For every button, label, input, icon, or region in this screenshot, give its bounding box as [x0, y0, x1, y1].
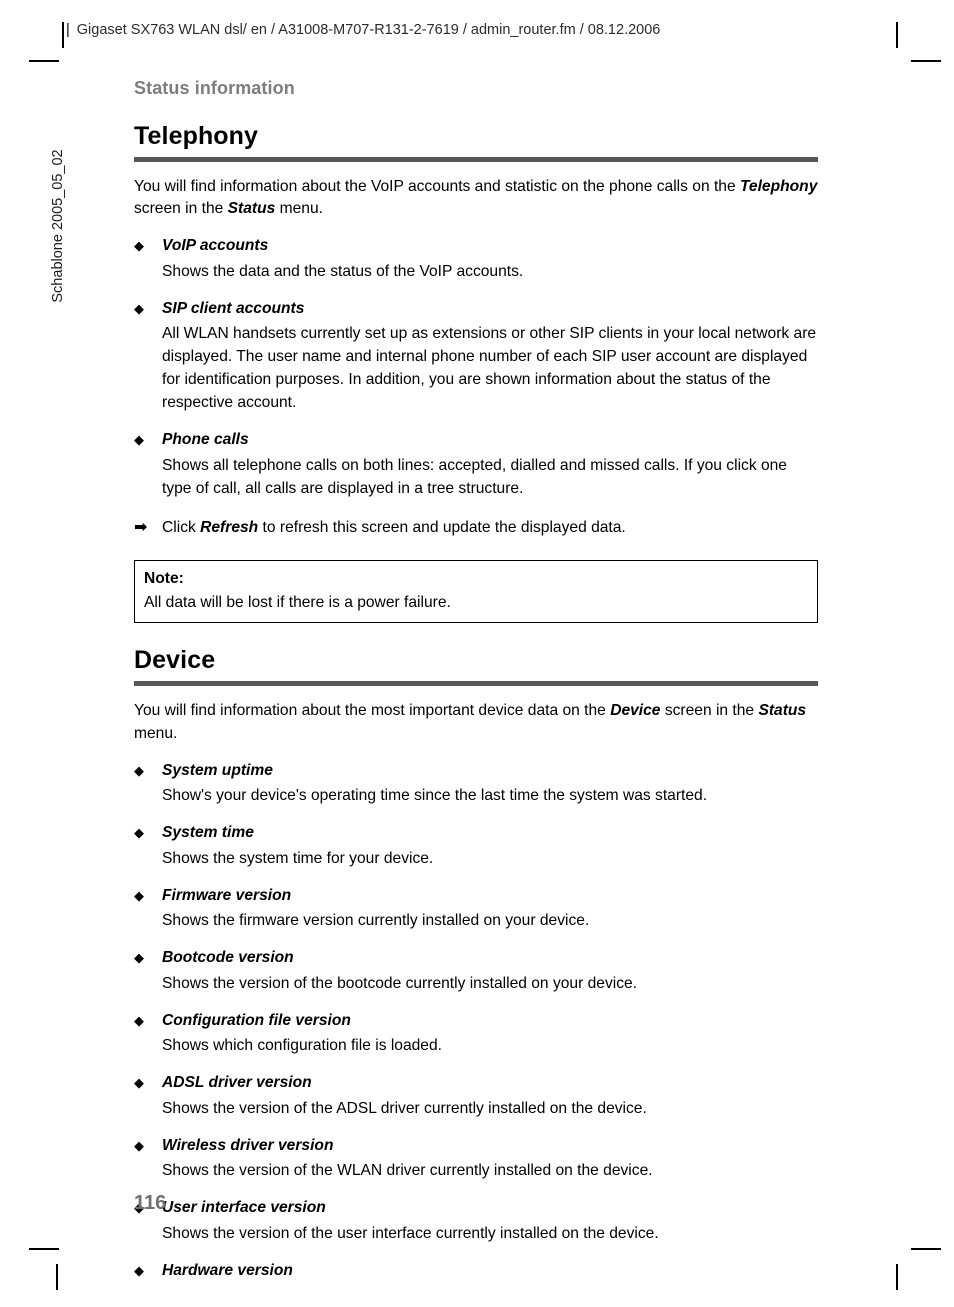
- emphasised-term: Device: [610, 701, 661, 719]
- bullet-description: Shows the data and the status of the VoI…: [162, 262, 524, 280]
- bullet-term-row: ◆ SIP client accounts: [134, 298, 818, 321]
- bullet-diamond-icon: ◆: [134, 887, 144, 903]
- bullet-term-row: ◆ Bootcode version: [134, 947, 818, 970]
- crop-mark-bottom-left-vertical: [56, 1264, 58, 1290]
- bullet-term: Hardware version: [162, 1261, 293, 1279]
- bullet-description: Shows the firmware version currently ins…: [162, 912, 590, 930]
- emphasised-term: Status: [227, 200, 276, 218]
- emphasised-term: Refresh: [200, 518, 259, 536]
- bullet-description: Shows the version of the WLAN driver cur…: [162, 1162, 653, 1180]
- running-header-separator: |: [66, 22, 70, 38]
- crop-mark-bottom-right-horizontal: [911, 1248, 941, 1250]
- text-run: menu.: [275, 200, 323, 218]
- bullet-diamond-icon: ◆: [134, 825, 144, 841]
- bullet-description: Shows the system time for your device.: [162, 849, 434, 867]
- template-version-label: Schablone 2005_05_02: [50, 149, 66, 303]
- bullet-description: Shows all telephone calls on both lines:…: [162, 456, 787, 497]
- section-rule-telephony: [134, 156, 818, 162]
- bullet-term-row: ◆ VoIP accounts: [134, 235, 818, 258]
- bullet-term: Wireless driver version: [162, 1136, 334, 1154]
- bullet-diamond-icon: ◆: [134, 762, 144, 778]
- crop-mark-top-right-horizontal: [911, 60, 941, 62]
- bullet-term-row: ◆ Firmware version: [134, 885, 818, 908]
- arrow-right-icon: ➡: [134, 518, 148, 536]
- bullet-term: Firmware version: [162, 886, 292, 904]
- step-refresh-text: Click Refresh to refresh this screen and…: [162, 517, 626, 540]
- note-box: Note: All data will be lost if there is …: [134, 559, 818, 624]
- step-refresh: ➡ Click Refresh to refresh this screen a…: [134, 517, 818, 540]
- bullet-term: Phone calls: [162, 431, 249, 449]
- content-column: Status information Telephony You will fi…: [134, 0, 818, 1282]
- bullet-term: Bootcode version: [162, 949, 294, 967]
- bullet-term: System time: [162, 824, 254, 842]
- crop-mark-bottom-right-vertical: [896, 1264, 898, 1290]
- crop-mark-bottom-left-horizontal: [29, 1248, 59, 1250]
- bullet-term: User interface version: [162, 1199, 326, 1217]
- bullet-description: All WLAN handsets currently set up as ex…: [162, 325, 817, 412]
- bullet-description: Shows which configuration file is loaded…: [162, 1037, 442, 1055]
- bullet-term-row: ◆ ADSL driver version: [134, 1072, 818, 1095]
- text-run: to refresh this screen and update the di…: [258, 518, 626, 536]
- text-run: Click: [162, 518, 201, 536]
- bullet-diamond-icon: ◆: [134, 1262, 144, 1278]
- section-intro-telephony: You will find information about the VoIP…: [134, 176, 818, 222]
- bullet-term: VoIP accounts: [162, 237, 269, 255]
- bullet-diamond-icon: ◆: [134, 1137, 144, 1153]
- bullet-description: Show's your device's operating time sinc…: [162, 787, 708, 805]
- bullet-term: System uptime: [162, 761, 273, 779]
- text-run: screen in the: [134, 200, 228, 218]
- bullet-diamond-icon: ◆: [134, 238, 144, 254]
- crop-mark-top-left-vertical: [62, 22, 64, 48]
- chapter-label: Status information: [134, 78, 295, 98]
- text-run: You will find information about the most…: [134, 701, 611, 719]
- bullet-list-telephony: ◆ VoIP accounts Shows the data and the s…: [134, 235, 818, 500]
- bullet-diamond-icon: ◆: [134, 432, 144, 448]
- text-run: screen in the: [660, 701, 759, 719]
- section-heading-device: Device: [134, 646, 216, 675]
- bullet-term-row: ◆ Phone calls: [134, 429, 818, 452]
- emphasised-term: Telephony: [739, 177, 818, 195]
- bullet-term-row: ◆ User interface version: [134, 1197, 818, 1220]
- text-run: menu.: [134, 724, 178, 742]
- bullet-description: Shows the version of the ADSL driver cur…: [162, 1099, 647, 1117]
- bullet-diamond-icon: ◆: [134, 1075, 144, 1091]
- bullet-diamond-icon: ◆: [134, 300, 144, 316]
- bullet-list-device: ◆ System uptime Show's your device's ope…: [134, 760, 818, 1283]
- page-number: 116: [134, 1192, 167, 1214]
- bullet-term-row: ◆ Hardware version: [134, 1260, 818, 1283]
- note-text: All data will be lost if there is a powe…: [144, 594, 451, 612]
- crop-mark-top-right-vertical: [896, 22, 898, 48]
- bullet-description: Shows the version of the bootcode curren…: [162, 974, 638, 992]
- section-intro-device: You will find information about the most…: [134, 700, 818, 746]
- crop-mark-top-left-horizontal: [29, 60, 59, 62]
- bullet-term-row: ◆ System time: [134, 822, 818, 845]
- section-heading-telephony: Telephony: [134, 122, 259, 150]
- bullet-term-row: ◆ System uptime: [134, 760, 818, 783]
- document-page: | Gigaset SX763 WLAN dsl/ en / A31008-M70…: [0, 0, 954, 1307]
- text-run: You will find information about the VoIP…: [134, 177, 740, 195]
- bullet-description: Shows the version of the user interface …: [162, 1224, 659, 1242]
- bullet-term: SIP client accounts: [162, 299, 305, 317]
- bullet-diamond-icon: ◆: [134, 950, 144, 966]
- section-rule-device: [134, 680, 818, 686]
- bullet-diamond-icon: ◆: [134, 1012, 144, 1028]
- bullet-term: Configuration file version: [162, 1011, 351, 1029]
- bullet-term-row: ◆ Wireless driver version: [134, 1135, 818, 1158]
- bullet-term: ADSL driver version: [162, 1074, 312, 1092]
- note-title: Note:: [144, 569, 184, 587]
- emphasised-term: Status: [758, 701, 807, 719]
- bullet-term-row: ◆ Configuration file version: [134, 1010, 818, 1033]
